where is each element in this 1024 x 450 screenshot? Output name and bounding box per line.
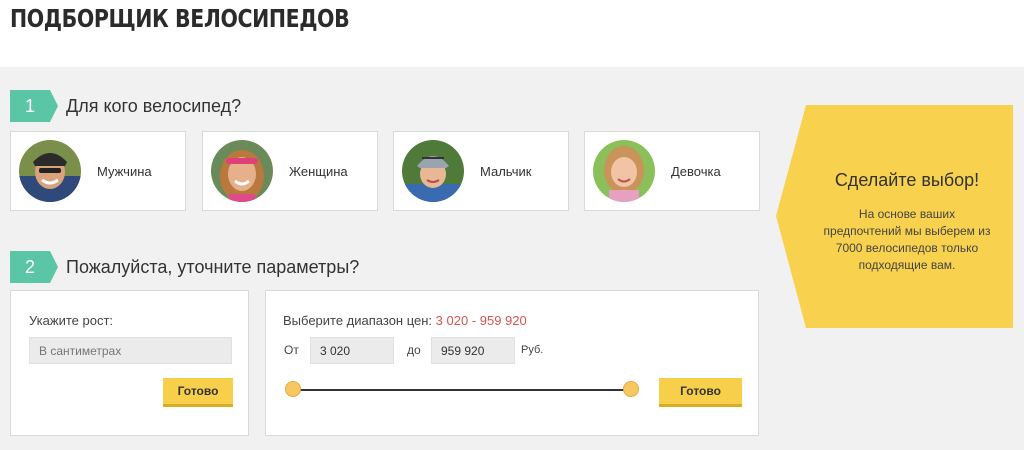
price-slider-max-handle[interactable] [623, 381, 639, 397]
price-range-text: 3 020 - 959 920 [435, 313, 527, 328]
info-banner: Сделайте выбор! На основе ваших предпочт… [776, 105, 1013, 328]
option-label: Мальчик [480, 163, 532, 179]
height-done-button[interactable]: Готово [163, 378, 233, 407]
price-label: Выберите диапазон цен: 3 020 - 959 920 [283, 313, 527, 328]
option-label: Женщина [289, 163, 348, 179]
height-input[interactable] [29, 337, 232, 364]
option-card-man[interactable]: Мужчина [10, 131, 186, 211]
option-card-girl[interactable]: Девочка [584, 131, 760, 211]
price-from-input[interactable]: 3 020 [310, 337, 394, 364]
currency-label: Руб. [521, 344, 544, 356]
step-2-label: Пожалуйста, уточните параметры? [66, 256, 360, 277]
price-to-input[interactable]: 959 920 [431, 337, 515, 364]
girl-avatar [593, 140, 655, 202]
step-2-header: 2 Пожалуйста, уточните параметры? [10, 251, 359, 283]
woman-avatar [211, 140, 273, 202]
step-1-label: Для кого велосипед? [66, 95, 242, 116]
price-label-text: Выберите диапазон цен: [283, 313, 433, 328]
price-slider-min-handle[interactable] [285, 381, 301, 397]
option-card-woman[interactable]: Женщина [202, 131, 378, 211]
height-label: Укажите рост: [29, 313, 114, 328]
boy-avatar [402, 140, 464, 202]
price-from-label: От [284, 343, 299, 357]
page-title: ПОДБОРЩИК ВЕЛОСИПЕДОВ [10, 4, 350, 33]
step-2-number: 2 [10, 251, 58, 283]
option-card-boy[interactable]: Мальчик [393, 131, 569, 211]
man-avatar [19, 140, 81, 202]
step-1-number: 1 [10, 90, 58, 122]
price-slider-track[interactable] [292, 389, 632, 391]
banner-text: На основе ваших предпочтений мы выберем … [823, 207, 991, 272]
option-label: Мужчина [97, 163, 152, 179]
price-done-button[interactable]: Готово [659, 378, 742, 407]
price-to-label: до [407, 343, 421, 357]
step-1-header: 1 Для кого велосипед? [10, 90, 241, 122]
option-label: Девочка [671, 163, 721, 179]
banner-title: Сделайте выбор! [834, 170, 980, 190]
